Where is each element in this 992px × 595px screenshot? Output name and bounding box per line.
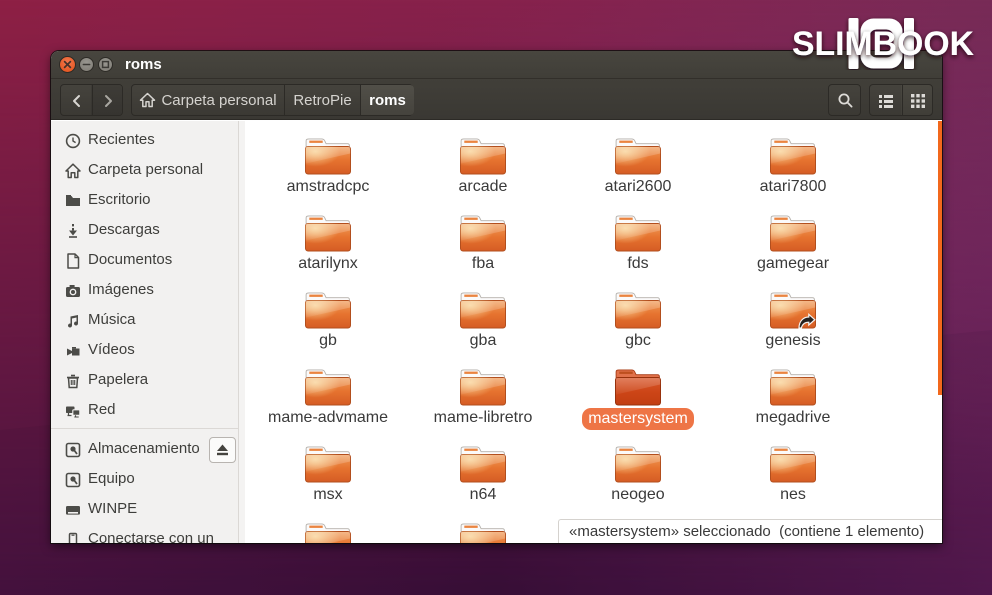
svg-text:SLIMBOOK: SLIMBOOK — [792, 25, 974, 63]
